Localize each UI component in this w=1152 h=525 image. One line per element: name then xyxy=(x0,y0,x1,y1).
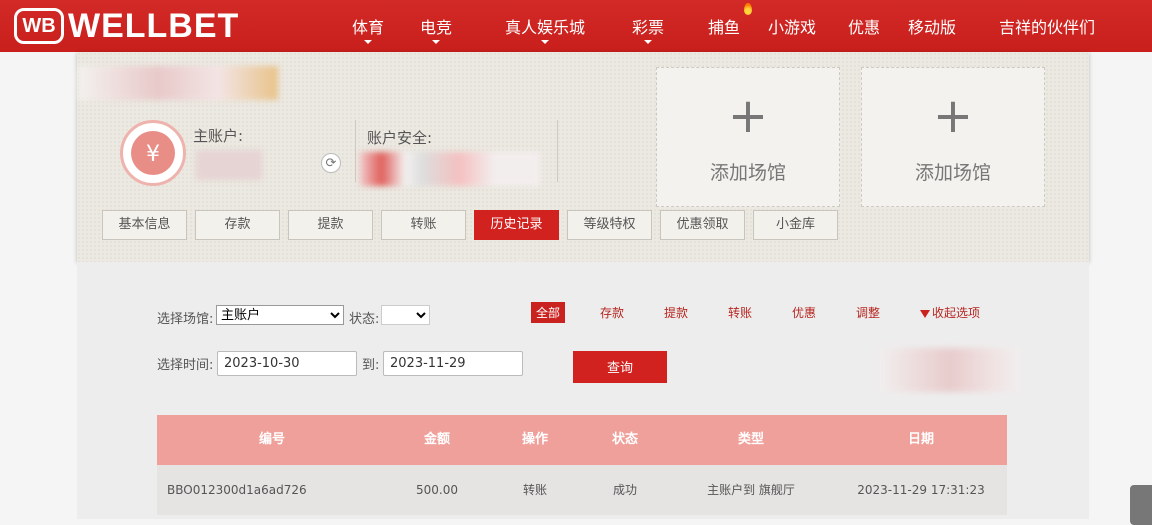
nav-label: 捕鱼 xyxy=(707,18,740,37)
nav-label: 彩票 xyxy=(631,18,664,37)
status-select[interactable] xyxy=(381,305,430,325)
tab-basic-info[interactable]: 基本信息 xyxy=(102,210,187,240)
status-filter-label: 状态: xyxy=(349,312,380,327)
column-header-type: 类型 xyxy=(737,432,764,447)
nav-item-esports[interactable]: 电竞 xyxy=(416,0,456,52)
main-account-balance-blurred xyxy=(196,150,262,180)
date-from-input[interactable]: 2023-10-30 xyxy=(217,351,357,376)
avatar: ¥ xyxy=(120,120,186,186)
nav-item-fishing[interactable]: 捕鱼 xyxy=(704,0,752,52)
nav-item-mini-games[interactable]: 小游戏 xyxy=(764,0,820,52)
row-date: 2023-11-29 17:31:23 xyxy=(857,483,985,497)
type-tab-deposit[interactable]: 存款 xyxy=(600,304,624,321)
table-row: BBO012300d1a6ad726 500.00 转账 成功 主账户到 旗舰厅… xyxy=(157,465,1007,515)
nav-item-live-casino[interactable]: 真人娱乐城 xyxy=(500,0,590,52)
add-venue-card[interactable]: + 添加场馆 xyxy=(861,67,1045,207)
history-table-header: 编号 金额 操作 状态 类型 日期 xyxy=(157,415,1007,465)
tab-vault[interactable]: 小金库 xyxy=(753,210,838,240)
row-operation: 转账 xyxy=(522,483,547,497)
column-header-status: 状态 xyxy=(611,432,638,447)
venue-filter-label: 选择场馆: xyxy=(157,312,214,327)
hot-flame-icon xyxy=(744,3,752,15)
time-filter-label: 选择时间: xyxy=(157,358,214,373)
nav-label: 电竞 xyxy=(419,18,452,37)
nav-label: 体育 xyxy=(351,18,384,37)
main-account-label: 主账户: xyxy=(193,127,244,145)
column-header-amount: 金额 xyxy=(423,432,450,447)
refresh-icon[interactable]: ⟳ xyxy=(321,153,341,173)
type-tab-adjustment[interactable]: 调整 xyxy=(856,304,880,321)
nav-label: 移动版 xyxy=(907,18,956,37)
nav-label: 优惠 xyxy=(847,18,880,37)
nav-label: 吉祥的伙伴们 xyxy=(998,18,1095,37)
row-type: 主账户到 旗舰厅 xyxy=(707,483,795,497)
add-venue-card[interactable]: + 添加场馆 xyxy=(656,67,840,207)
column-header-id: 编号 xyxy=(258,432,285,447)
main-nav: 体育 电竞 真人娱乐城 彩票 捕鱼 小游戏 优惠 移动版 吉祥的伙伴们 xyxy=(340,0,1098,52)
logo-text: WELLBET xyxy=(68,6,240,45)
row-status: 成功 xyxy=(612,483,637,497)
floating-widget-button[interactable] xyxy=(1130,485,1152,525)
tab-transfer[interactable]: 转账 xyxy=(381,210,466,240)
summary-blurred xyxy=(880,348,1020,392)
add-venue-label: 添加场馆 xyxy=(914,162,991,184)
venue-select[interactable]: 主账户 xyxy=(216,305,344,325)
row-amount: 500.00 xyxy=(416,483,458,497)
nav-item-lottery[interactable]: 彩票 xyxy=(628,0,668,52)
security-label: 账户安全: xyxy=(367,129,433,147)
query-button[interactable]: 查询 xyxy=(573,351,667,383)
tab-deposit[interactable]: 存款 xyxy=(195,210,280,240)
plus-icon: + xyxy=(932,88,974,144)
top-bar: WB WELLBET 体育 电竞 真人娱乐城 彩票 捕鱼 小游戏 优惠 移动版 … xyxy=(0,0,1152,52)
nav-label: 小游戏 xyxy=(767,18,816,37)
nav-item-sports[interactable]: 体育 xyxy=(340,0,396,52)
type-tab-promotion[interactable]: 优惠 xyxy=(792,304,816,321)
column-header-date: 日期 xyxy=(907,432,934,447)
type-tab-withdraw[interactable]: 提款 xyxy=(664,304,688,321)
add-venue-label: 添加场馆 xyxy=(709,162,786,184)
chevron-down-icon xyxy=(432,40,440,44)
row-id: BBO012300d1a6ad726 xyxy=(167,483,307,497)
plus-icon: + xyxy=(727,88,769,144)
column-header-operation: 操作 xyxy=(521,432,548,447)
collapse-options-label: 收起选项 xyxy=(932,306,981,320)
chevron-down-icon xyxy=(644,40,652,44)
tab-vip-privileges[interactable]: 等级特权 xyxy=(567,210,652,240)
username-blurred xyxy=(78,66,278,100)
divider xyxy=(355,120,356,182)
type-tab-all[interactable]: 全部 xyxy=(531,302,566,323)
tab-history[interactable]: 历史记录 xyxy=(474,210,559,240)
triangle-down-icon xyxy=(920,309,930,318)
nav-item-partners[interactable]: 吉祥的伙伴们 xyxy=(996,0,1098,52)
divider xyxy=(557,120,558,182)
type-tab-transfer[interactable]: 转账 xyxy=(728,304,752,321)
nav-label: 真人娱乐城 xyxy=(504,18,585,37)
date-to-input[interactable]: 2023-11-29 xyxy=(383,351,523,376)
nav-item-mobile[interactable]: 移动版 xyxy=(904,0,960,52)
collapse-options-link[interactable]: 收起选项 xyxy=(920,304,980,321)
logo-mark: WB xyxy=(14,8,64,44)
chevron-down-icon xyxy=(541,40,549,44)
chevron-down-icon xyxy=(364,40,372,44)
brand-logo[interactable]: WB WELLBET xyxy=(14,6,239,46)
nav-item-promotions[interactable]: 优惠 xyxy=(844,0,884,52)
money-bag-icon: ¥ xyxy=(131,131,175,175)
date-to-label: 到: xyxy=(362,358,380,373)
tab-withdraw[interactable]: 提款 xyxy=(288,210,373,240)
tab-claim-promotions[interactable]: 优惠领取 xyxy=(660,210,745,240)
security-indicators-blurred xyxy=(360,152,540,186)
